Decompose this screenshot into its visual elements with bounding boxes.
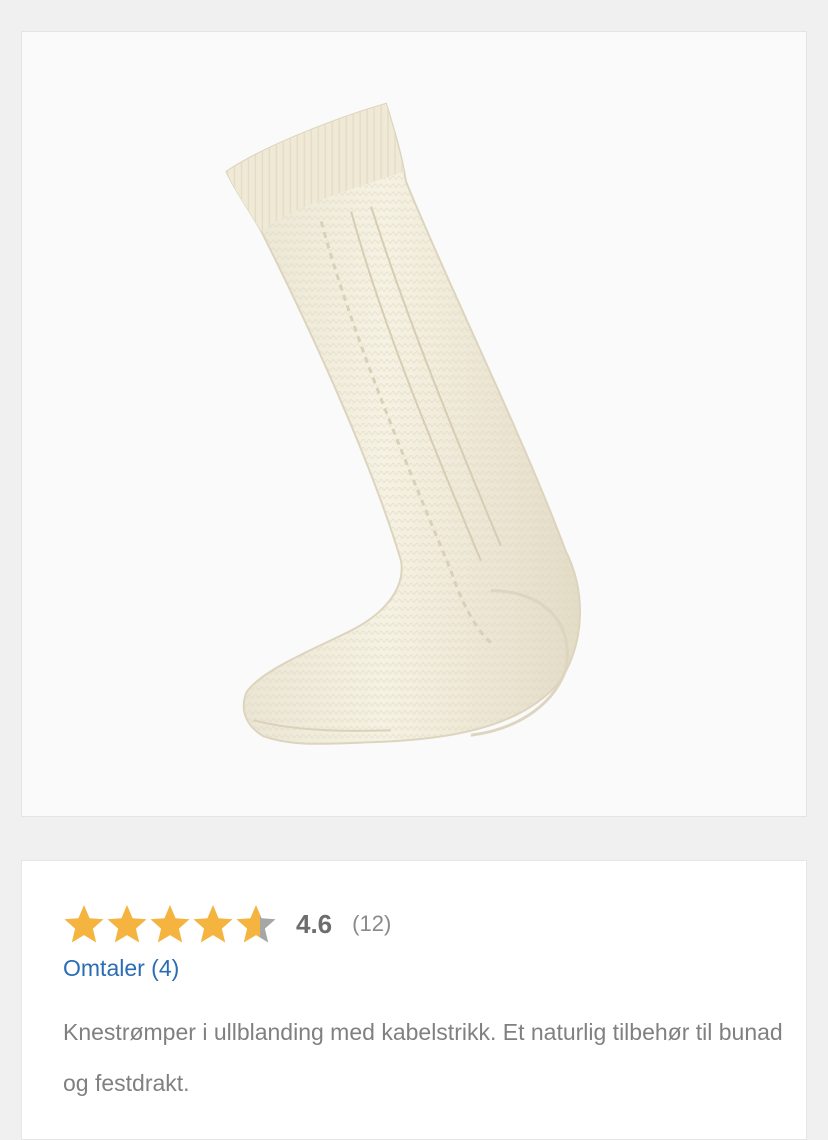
sock-illustration <box>22 32 806 816</box>
product-image[interactable] <box>21 31 807 817</box>
rating-row[interactable]: 4.6 (12) <box>63 904 391 944</box>
rating-value: 4.6 <box>296 908 333 939</box>
star-icon <box>236 905 276 943</box>
product-description: Knestrømper i ullblanding med kabelstrik… <box>63 1019 783 1096</box>
star-icon <box>107 905 147 943</box>
star-icon <box>64 905 104 943</box>
product-info-card: 4.6 (12) Omtaler (4) Knestrømper i ullbl… <box>21 860 807 1140</box>
rating-stars <box>63 904 277 944</box>
rating-count: (12) <box>352 911 392 936</box>
star-icon <box>193 905 233 943</box>
reviews-link[interactable]: Omtaler (4) <box>63 955 179 982</box>
star-icon <box>150 905 190 943</box>
